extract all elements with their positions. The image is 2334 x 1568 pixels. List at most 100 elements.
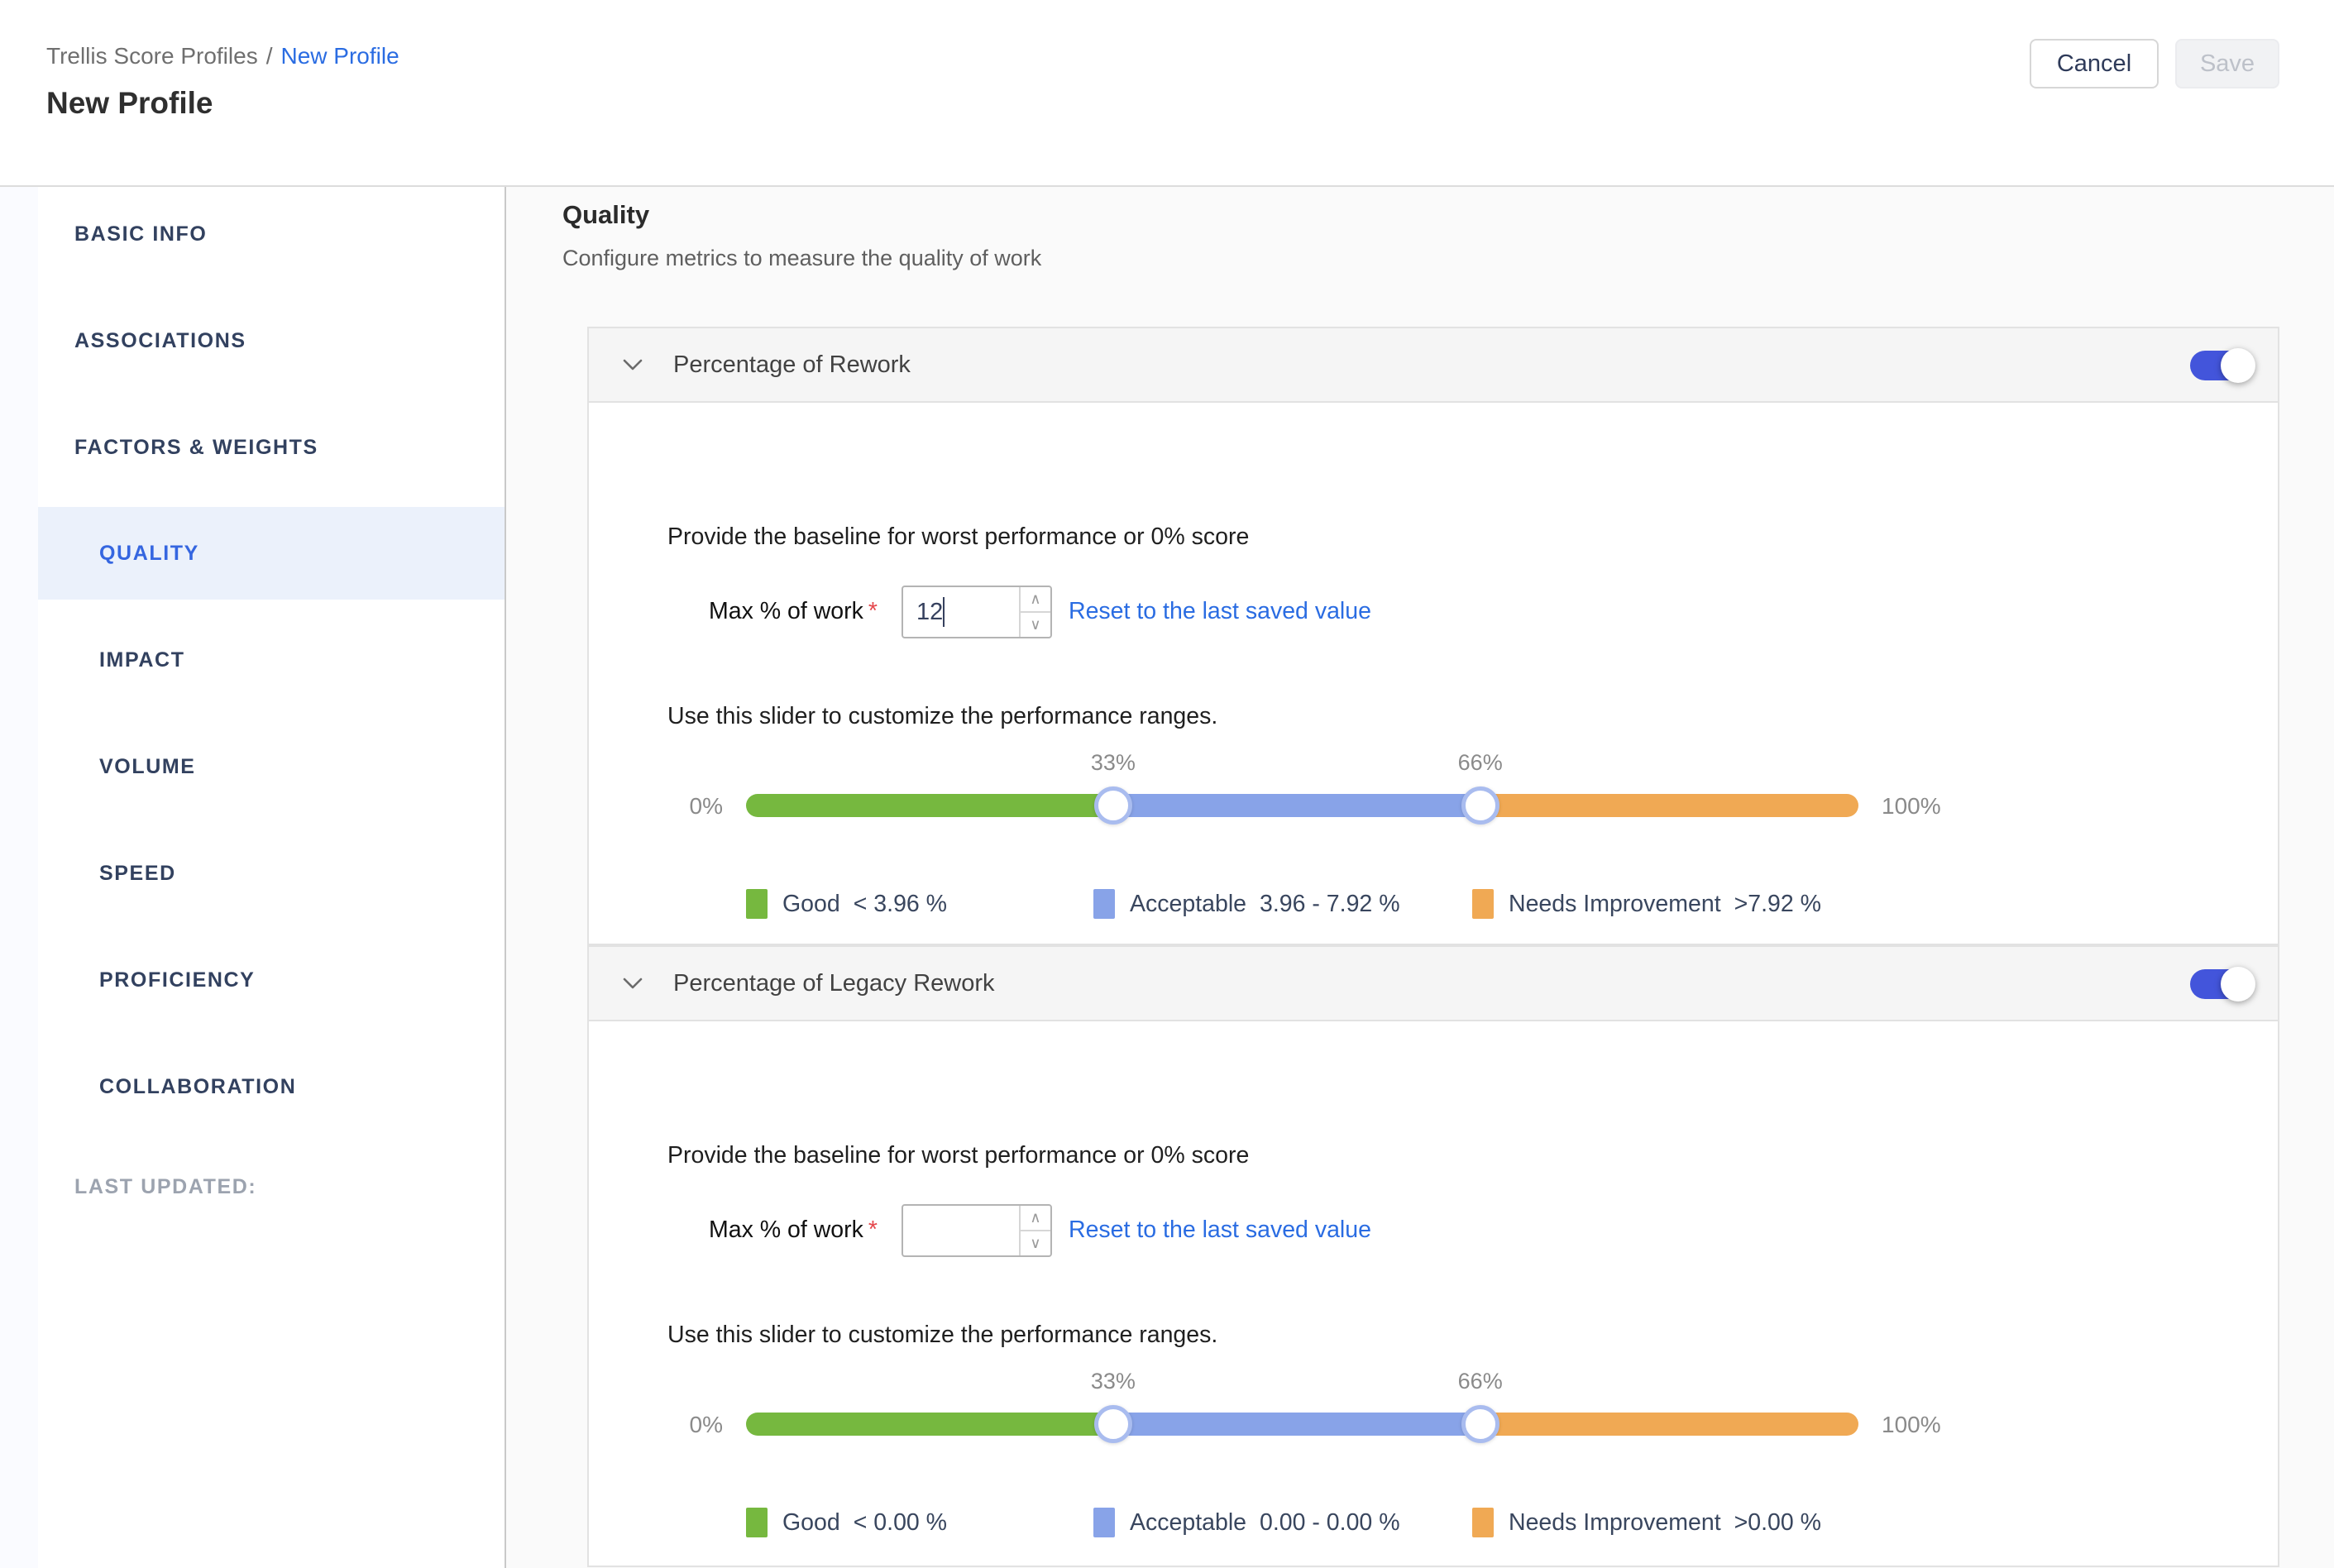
top-header: Trellis Score Profiles / New Profile New P… bbox=[0, 0, 2334, 187]
save-button[interactable]: Save bbox=[2175, 39, 2279, 88]
sidebar-item-basic-info[interactable]: BASIC INFO bbox=[38, 188, 505, 280]
slider-tick-66: 66% bbox=[1458, 750, 1503, 776]
sidebar-item-label: QUALITY bbox=[99, 542, 199, 566]
performance-legend: Good < 0.00 % Acceptable 0.00 - 0.00 % N… bbox=[746, 1508, 2119, 1544]
slider-max-label: 100% bbox=[1882, 1412, 1941, 1438]
sidebar-item-quality[interactable]: QUALITY bbox=[38, 507, 505, 600]
legend-item-acceptable: Acceptable 0.00 - 0.00 % bbox=[1093, 1508, 1400, 1537]
sidebar-item-speed[interactable]: SPEED bbox=[38, 827, 505, 920]
reset-link[interactable]: Reset to the last saved value bbox=[1069, 1217, 1371, 1244]
metric-enabled-toggle[interactable] bbox=[2190, 351, 2253, 380]
legend-range: >0.00 % bbox=[1734, 1509, 1821, 1537]
slider-min-label: 0% bbox=[690, 1412, 723, 1438]
metric-card-title: Percentage of Rework bbox=[673, 351, 911, 379]
slider-segment-good bbox=[746, 794, 1113, 817]
legend-range: < 0.00 % bbox=[854, 1509, 947, 1537]
max-percent-label: Max % of work* bbox=[709, 1217, 878, 1244]
sidebar-item-label: COLLABORATION bbox=[99, 1075, 296, 1099]
sidebar-item-impact[interactable]: IMPACT bbox=[38, 614, 505, 706]
legend-range: 3.96 - 7.92 % bbox=[1260, 891, 1400, 918]
good-swatch bbox=[746, 889, 768, 919]
header-actions: Cancel Save bbox=[2030, 39, 2279, 88]
slider-caption: Use this slider to customize the perform… bbox=[667, 703, 1217, 730]
slider-track[interactable] bbox=[746, 794, 1858, 817]
metric-card-rework: Percentage of Rework Provide the baselin… bbox=[587, 327, 2279, 945]
legend-name: Needs Improvement bbox=[1509, 1509, 1721, 1537]
page-title: New Profile bbox=[46, 86, 213, 121]
max-percent-value: 12 bbox=[903, 587, 1019, 637]
metric-enabled-toggle[interactable] bbox=[2190, 969, 2253, 999]
performance-range-slider: 33% 66% 0% 100% bbox=[746, 1369, 1858, 1493]
field-label-text: Max % of work bbox=[709, 598, 863, 624]
spinner-down-button[interactable]: ∨ bbox=[1021, 613, 1050, 637]
baseline-instruction: Provide the baseline for worst performan… bbox=[667, 1142, 1249, 1169]
sidebar-item-label: IMPACT bbox=[99, 648, 185, 672]
slider-segment-acceptable bbox=[1113, 794, 1480, 817]
toggle-knob bbox=[2221, 967, 2255, 1002]
content-subtitle: Configure metrics to measure the quality… bbox=[562, 246, 1041, 271]
max-percent-label: Max % of work* bbox=[709, 598, 878, 625]
legend-name: Good bbox=[782, 891, 840, 918]
chevron-down-icon[interactable] bbox=[622, 358, 643, 371]
slider-min-label: 0% bbox=[690, 793, 723, 820]
text-caret bbox=[943, 597, 945, 627]
reset-link[interactable]: Reset to the last saved value bbox=[1069, 598, 1371, 625]
legend-item-needs-improvement: Needs Improvement >0.00 % bbox=[1472, 1508, 1821, 1537]
legend-item-acceptable: Acceptable 3.96 - 7.92 % bbox=[1093, 889, 1400, 919]
metric-card-header[interactable]: Percentage of Rework bbox=[589, 328, 2278, 403]
toggle-knob bbox=[2221, 348, 2255, 383]
required-asterisk: * bbox=[868, 598, 878, 624]
sidebar-item-label: ASSOCIATIONS bbox=[74, 329, 246, 353]
legend-item-good: Good < 3.96 % bbox=[746, 889, 947, 919]
legend-item-needs-improvement: Needs Improvement >7.92 % bbox=[1472, 889, 1821, 919]
sidebar-item-proficiency[interactable]: PROFICIENCY bbox=[38, 934, 505, 1026]
acceptable-swatch bbox=[1093, 1508, 1115, 1537]
content-title: Quality bbox=[562, 200, 649, 230]
sidebar-item-label: VOLUME bbox=[99, 755, 196, 779]
performance-legend: Good < 3.96 % Acceptable 3.96 - 7.92 % N… bbox=[746, 889, 2119, 925]
slider-tick-33: 33% bbox=[1091, 1369, 1136, 1394]
breadcrumb-root[interactable]: Trellis Score Profiles bbox=[46, 43, 258, 69]
max-percent-input[interactable]: ∧ ∨ bbox=[902, 1204, 1052, 1257]
max-percent-value bbox=[903, 1206, 1019, 1255]
metric-card-legacy-rework: Percentage of Legacy Rework Provide the … bbox=[587, 945, 2279, 1567]
number-spinner: ∧ ∨ bbox=[1019, 587, 1050, 637]
max-percent-input[interactable]: 12 ∧ ∨ bbox=[902, 586, 1052, 638]
cancel-button[interactable]: Cancel bbox=[2030, 39, 2159, 88]
slider-segment-needs-improvement bbox=[1480, 1413, 1858, 1436]
needs-improvement-swatch bbox=[1472, 889, 1494, 919]
slider-tick-66: 66% bbox=[1458, 1369, 1503, 1394]
slider-handle-2[interactable] bbox=[1461, 1405, 1499, 1443]
sidebar-item-volume[interactable]: VOLUME bbox=[38, 720, 505, 813]
breadcrumb-current: New Profile bbox=[280, 43, 399, 69]
spinner-up-button[interactable]: ∧ bbox=[1021, 1206, 1050, 1231]
good-swatch bbox=[746, 1508, 768, 1537]
legend-range: >7.92 % bbox=[1734, 891, 1821, 918]
slider-handle-1[interactable] bbox=[1094, 786, 1132, 825]
legend-name: Good bbox=[782, 1509, 840, 1537]
number-spinner: ∧ ∨ bbox=[1019, 1206, 1050, 1255]
sidebar: BASIC INFO ASSOCIATIONS FACTORS & WEIGHT… bbox=[38, 187, 506, 1568]
acceptable-swatch bbox=[1093, 889, 1115, 919]
slider-tick-33: 33% bbox=[1091, 750, 1136, 776]
breadcrumb-separator: / bbox=[266, 43, 273, 69]
legend-range: 0.00 - 0.00 % bbox=[1260, 1509, 1400, 1537]
slider-caption: Use this slider to customize the perform… bbox=[667, 1322, 1217, 1349]
sidebar-item-factors-weights[interactable]: FACTORS & WEIGHTS bbox=[38, 401, 505, 494]
baseline-instruction: Provide the baseline for worst performan… bbox=[667, 523, 1249, 551]
sidebar-item-associations[interactable]: ASSOCIATIONS bbox=[38, 294, 505, 387]
chevron-down-icon[interactable] bbox=[622, 977, 643, 990]
needs-improvement-swatch bbox=[1472, 1508, 1494, 1537]
sidebar-last-updated-label: LAST UPDATED: bbox=[74, 1175, 256, 1199]
sidebar-item-label: SPEED bbox=[99, 862, 176, 886]
sidebar-item-label: BASIC INFO bbox=[74, 222, 207, 246]
spinner-up-button[interactable]: ∧ bbox=[1021, 587, 1050, 613]
metric-card-header[interactable]: Percentage of Legacy Rework bbox=[589, 947, 2278, 1021]
spinner-down-button[interactable]: ∨ bbox=[1021, 1231, 1050, 1255]
legend-name: Acceptable bbox=[1130, 1509, 1246, 1537]
slider-handle-2[interactable] bbox=[1461, 786, 1499, 825]
slider-track[interactable] bbox=[746, 1413, 1858, 1436]
sidebar-item-collaboration[interactable]: COLLABORATION bbox=[38, 1040, 505, 1133]
breadcrumb: Trellis Score Profiles / New Profile bbox=[46, 43, 399, 69]
slider-handle-1[interactable] bbox=[1094, 1405, 1132, 1443]
